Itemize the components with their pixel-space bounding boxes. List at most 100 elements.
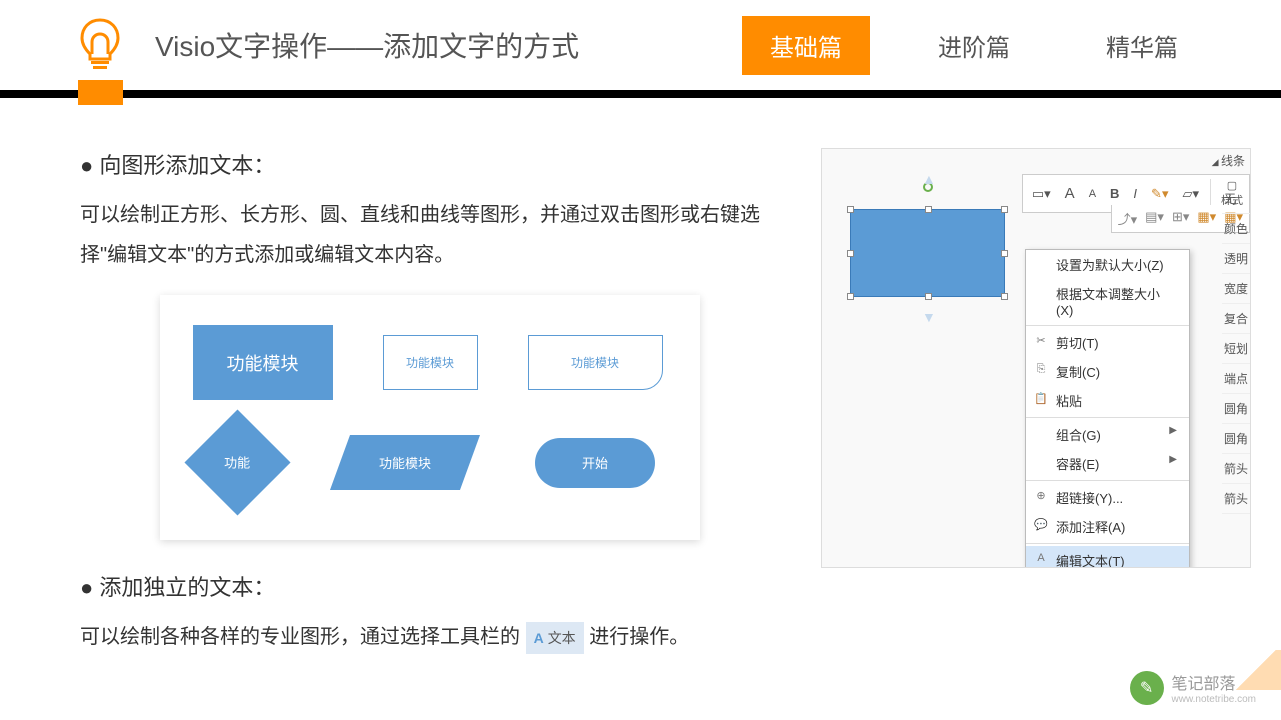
page-header: Visio文字操作——添加文字的方式 基础篇 进阶篇 精华篇 [0,0,1281,90]
side-panel-item[interactable]: 箭头 [1222,454,1250,484]
menu-separator [1026,325,1189,326]
connector-icon[interactable]: ⤴▾ [1118,209,1138,228]
autoconnect-arrow-icon[interactable]: ▼ [922,309,936,325]
header-accent [78,80,123,105]
tab-essence[interactable]: 精华篇 [1078,16,1206,75]
shapes-example: 功能模块 功能模块 功能模块 功能 功能模块 开始 [160,295,700,540]
submenu-arrow-icon: ▶ [1169,454,1177,465]
autoconnect-arrow-icon[interactable]: ▲ [922,171,936,187]
context-menu: 设置为默认大小(Z) 根据文本调整大小(X) ✂ 剪切(T) ⎘ 复制(C) 📋 粘贴组合(G… [1025,249,1190,568]
menu-item-label: 容器(E) [1056,457,1099,472]
footer-brand: 笔记部落 [1172,676,1236,693]
side-panel-item[interactable]: 宽度 [1222,274,1250,304]
tab-basic[interactable]: 基础篇 [742,16,870,75]
menu-item-label: 复制(C) [1056,365,1100,380]
menu-item-label: 根据文本调整大小(X) [1056,287,1160,318]
content-right: 线条 ▲ ▼ ▭▾ A A B I ✎▾ ▱▾ [821,148,1251,677]
menu-item-icon: ⊕ [1034,488,1048,502]
shape-fill-icon[interactable]: ▱▾ [1179,185,1202,203]
visio-screenshot: 线条 ▲ ▼ ▭▾ A A B I ✎▾ ▱▾ [821,148,1251,568]
menu-item-icon: ⎘ [1034,362,1048,376]
menu-item-label: 编辑文本(T) [1056,554,1125,568]
context-menu-item[interactable]: 设置为默认大小(Z) [1026,250,1189,279]
shape-pill: 开始 [535,438,655,488]
group-icon[interactable]: ▦▾ [1197,209,1216,228]
menu-separator [1026,543,1189,544]
section2-desc-after: 进行操作。 [589,626,689,648]
side-panel-item[interactable]: 箭头 [1222,484,1250,514]
tab-advanced[interactable]: 进阶篇 [910,16,1038,75]
bold-button[interactable]: B [1107,185,1122,202]
shape-rectangle-filled: 功能模块 [193,325,333,400]
resize-handle[interactable] [1001,293,1008,300]
menu-item-label: 组合(G) [1056,428,1101,443]
context-menu-item[interactable]: ⊕ 超链接(Y)... [1026,483,1189,512]
menu-separator [1026,480,1189,481]
menu-item-icon: ✂ [1034,333,1048,347]
resize-handle[interactable] [1001,250,1008,257]
section1-desc: 可以绘制正方形、长方形、圆、直线和曲线等图形，并通过双击图形或右键选择"编辑文本… [80,195,791,275]
menu-item-label: 设置为默认大小(Z) [1056,258,1164,273]
text-tool-button[interactable]: A文本 [526,622,584,654]
side-panel-item[interactable]: 复合 [1222,304,1250,334]
page-title: Visio文字操作——添加文字的方式 [155,25,579,65]
textbox-icon[interactable]: ▭▾ [1029,185,1054,203]
menu-item-icon: A [1034,551,1048,565]
bulb-icon [75,15,125,75]
section2-title: 添加独立的文本： [80,570,791,602]
context-menu-item[interactable]: ⎘ 复制(C) [1026,357,1189,386]
align-icon[interactable]: ▤▾ [1145,209,1164,228]
tab-bar: 基础篇 进阶篇 精华篇 [742,16,1206,75]
context-menu-item[interactable]: 组合(G) ▶ [1026,420,1189,449]
side-panel-item[interactable]: 端点 [1222,364,1250,394]
logo [75,15,125,75]
menu-item-icon: 💬 [1034,517,1048,531]
italic-button[interactable]: I [1130,185,1140,202]
resize-handle[interactable] [847,206,854,213]
text-tool-label: 文本 [548,624,576,652]
section2-desc: 可以绘制各种各样的专业图形，通过选择工具栏的 A文本 进行操作。 [80,617,791,657]
shape-diamond: 功能 [184,409,290,515]
resize-handle[interactable] [847,250,854,257]
menu-item-label: 剪切(T) [1056,336,1099,351]
side-panel-item[interactable]: 圆角 [1222,424,1250,454]
font-increase-button[interactable]: A [1062,184,1078,203]
context-menu-item[interactable]: 💬 添加注释(A) [1026,512,1189,541]
shape-rectangle-outline: 功能模块 [383,335,478,390]
section2-desc-before: 可以绘制各种各样的专业图形，通过选择工具栏的 [80,626,520,648]
font-decrease-button[interactable]: A [1086,187,1099,201]
context-menu-item[interactable]: 📋 粘贴 [1026,386,1189,415]
distribute-icon[interactable]: ⊞▾ [1172,209,1189,228]
context-menu-item[interactable]: ✂ 剪切(T) [1026,328,1189,357]
menu-item-label: 粘贴 [1056,394,1082,409]
resize-handle[interactable] [925,206,932,213]
shape-parallelogram: 功能模块 [330,435,480,490]
side-panel-item[interactable]: 圆角 [1222,394,1250,424]
brush-icon[interactable]: ✎▾ [1148,185,1171,203]
text-a-icon: A [534,624,544,652]
footer-sub: www.notetribe.com [1172,694,1256,705]
side-panel-item[interactable]: 无 [1222,184,1250,214]
section2: 添加独立的文本： 可以绘制各种各样的专业图形，通过选择工具栏的 A文本 进行操作… [80,570,791,657]
resize-handle[interactable] [925,293,932,300]
resize-handle[interactable] [1001,206,1008,213]
selected-shape[interactable] [850,209,1005,297]
menu-item-icon: 📋 [1034,391,1048,405]
context-menu-item[interactable]: 根据文本调整大小(X) [1026,279,1189,323]
menu-item-label: 添加注释(A) [1056,520,1125,535]
menu-item-label: 超链接(Y)... [1056,491,1123,506]
pencil-circle-icon: ✎ [1130,671,1164,705]
footer-logo: ✎ 笔记部落 www.notetribe.com [1130,670,1256,705]
section1-title: 向图形添加文本： [80,148,791,180]
menu-separator [1026,417,1189,418]
context-menu-item[interactable]: 容器(E) ▶ [1026,449,1189,478]
resize-handle[interactable] [847,293,854,300]
content-left: 向图形添加文本： 可以绘制正方形、长方形、圆、直线和曲线等图形，并通过双击图形或… [80,148,791,677]
header-divider [0,90,1281,98]
side-panel-labels: 无颜色透明宽度复合短划端点圆角圆角箭头箭头 [1222,149,1250,514]
submenu-arrow-icon: ▶ [1169,425,1177,436]
side-panel-item[interactable]: 透明 [1222,244,1250,274]
context-menu-item[interactable]: A 编辑文本(T) [1026,546,1189,568]
side-panel-item[interactable]: 短划 [1222,334,1250,364]
side-panel-item[interactable]: 颜色 [1222,214,1250,244]
